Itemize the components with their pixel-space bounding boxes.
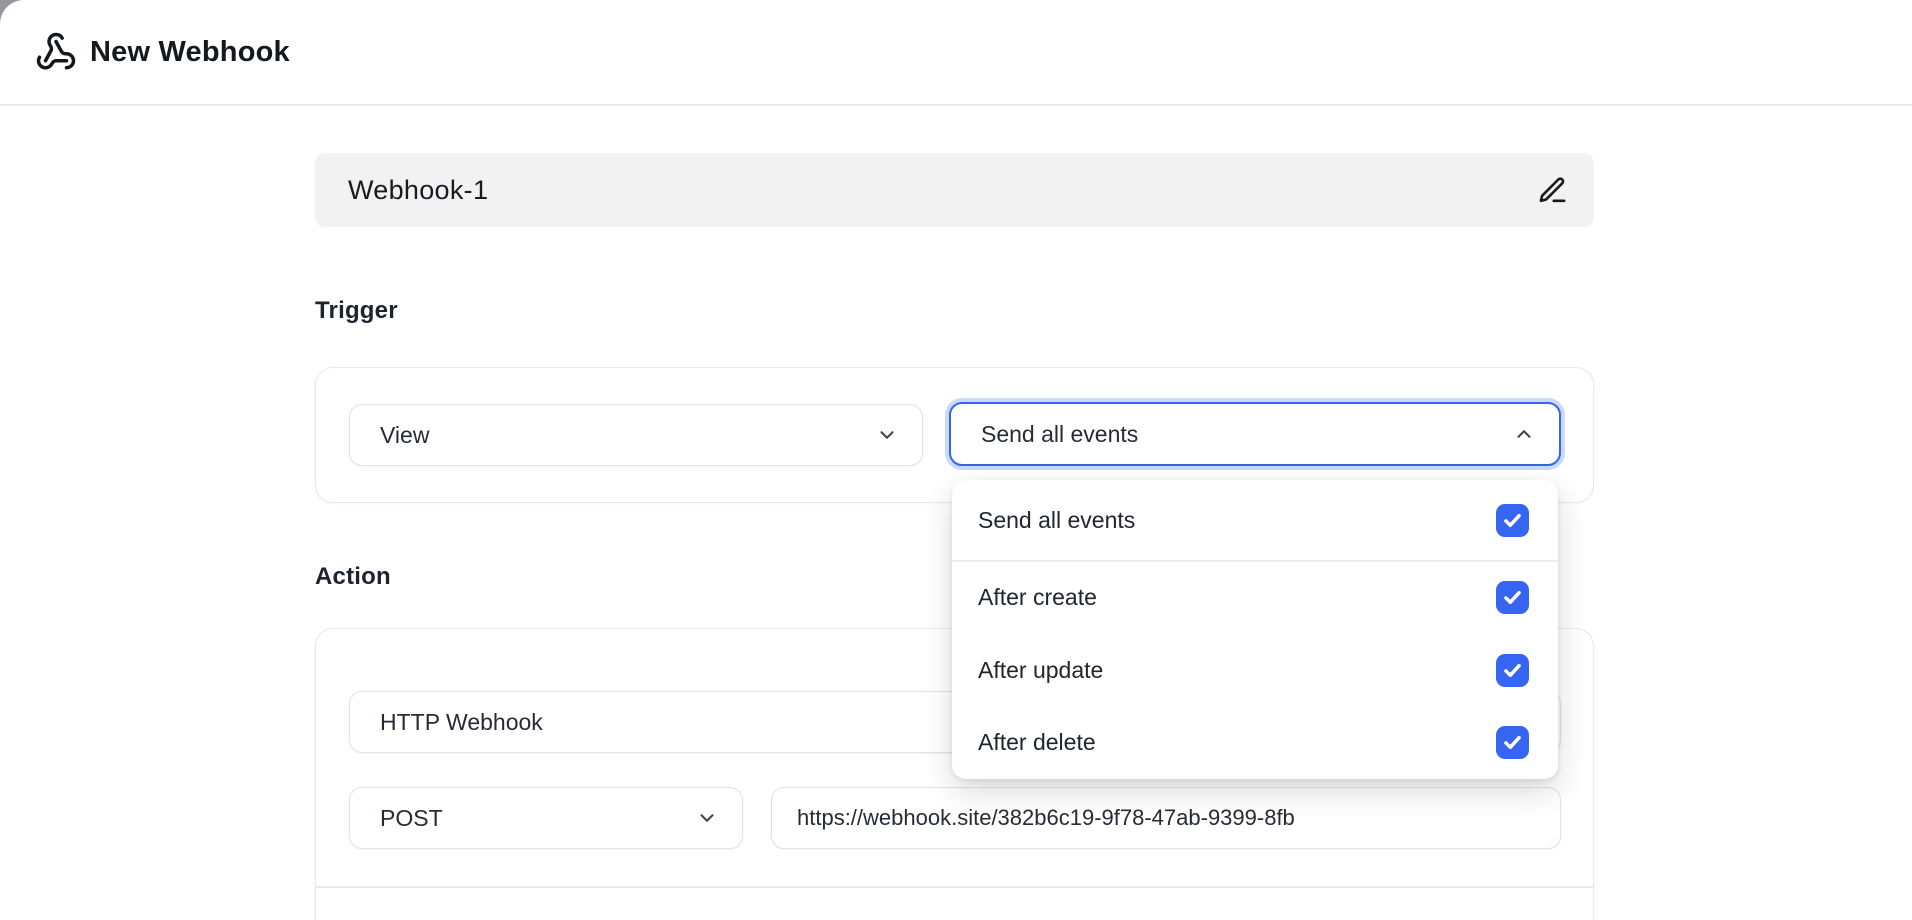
trigger-source-value: View bbox=[380, 422, 429, 449]
chevron-up-icon bbox=[1513, 423, 1535, 445]
chevron-down-icon bbox=[876, 424, 898, 446]
check-icon bbox=[1502, 732, 1523, 753]
trigger-section-heading: Trigger bbox=[315, 297, 398, 325]
menu-item-label: Send all events bbox=[978, 507, 1135, 534]
new-webhook-modal: New Webhook Webhook-1 Trigger View Send … bbox=[0, 0, 1912, 920]
menu-item-after-create[interactable]: After create bbox=[952, 562, 1558, 635]
check-icon bbox=[1502, 587, 1523, 608]
checkbox-after-delete[interactable] bbox=[1496, 726, 1529, 759]
menu-item-label: After update bbox=[978, 657, 1103, 684]
menu-item-label: After delete bbox=[978, 729, 1096, 756]
menu-item-after-delete[interactable]: After delete bbox=[952, 707, 1558, 780]
action-card-divider bbox=[316, 886, 1593, 888]
action-section-heading: Action bbox=[315, 563, 391, 591]
menu-item-send-all-events[interactable]: Send all events bbox=[952, 480, 1558, 560]
trigger-events-value: Send all events bbox=[981, 421, 1138, 448]
webhook-url-input[interactable] bbox=[771, 787, 1561, 849]
checkbox-send-all-events[interactable] bbox=[1496, 504, 1529, 537]
events-dropdown-menu: Send all events After create After updat… bbox=[952, 480, 1558, 779]
page-title: New Webhook bbox=[90, 36, 290, 69]
chevron-down-icon bbox=[696, 807, 718, 829]
trigger-events-select[interactable]: Send all events bbox=[949, 402, 1561, 466]
pencil-icon bbox=[1537, 175, 1568, 206]
webhook-name-bar[interactable]: Webhook-1 bbox=[315, 153, 1594, 227]
checkbox-after-update[interactable] bbox=[1496, 654, 1529, 687]
check-icon bbox=[1502, 660, 1523, 681]
http-method-select[interactable]: POST bbox=[349, 787, 743, 849]
webhook-icon bbox=[34, 30, 78, 74]
check-icon bbox=[1502, 510, 1523, 531]
http-method-value: POST bbox=[380, 805, 443, 832]
action-type-value: HTTP Webhook bbox=[380, 709, 543, 736]
webhook-name-value: Webhook-1 bbox=[348, 175, 488, 206]
trigger-source-select[interactable]: View bbox=[349, 404, 923, 466]
modal-header: New Webhook bbox=[0, 0, 1912, 106]
menu-item-after-update[interactable]: After update bbox=[952, 634, 1558, 707]
menu-item-label: After create bbox=[978, 584, 1097, 611]
checkbox-after-create[interactable] bbox=[1496, 581, 1529, 614]
edit-name-button[interactable] bbox=[1532, 170, 1572, 210]
